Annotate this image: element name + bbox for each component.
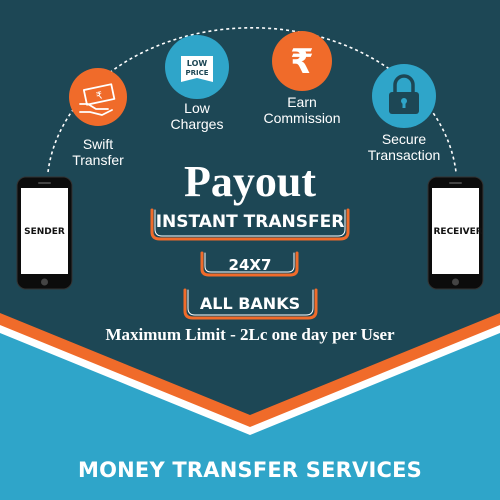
low-badge-text-1: LOW <box>187 59 208 68</box>
all-banks-label: ALL BANKS <box>199 294 301 313</box>
feature-label-swift-line1: Swift <box>82 136 114 152</box>
limit-text: Maximum Limit - 2Lc one day per User <box>105 325 395 344</box>
banner-canvas: ₹ LOW PRICE ₹ Swift Transfer Low Charges… <box>0 0 500 500</box>
footer-title: MONEY TRANSFER SERVICES <box>78 458 422 482</box>
banner-background: ₹ LOW PRICE ₹ <box>0 27 500 500</box>
instant-transfer-label: INSTANT TRANSFER <box>155 212 345 232</box>
hours-label: 24X7 <box>228 256 272 274</box>
rupee-icon: ₹ <box>290 42 314 82</box>
feature-label-secure-line1: Secure <box>381 131 427 147</box>
low-badge-text-2: PRICE <box>185 69 208 77</box>
feature-label-earn-line1: Earn <box>287 94 317 110</box>
feature-label-low: Low Charges <box>147 100 247 132</box>
feature-label-earn-line2: Commission <box>263 110 341 126</box>
feature-label-earn: Earn Commission <box>247 94 357 126</box>
payout-title: Payout <box>184 157 316 206</box>
feature-label-low-line1: Low <box>184 100 210 116</box>
feature-label-low-line2: Charges <box>170 116 224 132</box>
